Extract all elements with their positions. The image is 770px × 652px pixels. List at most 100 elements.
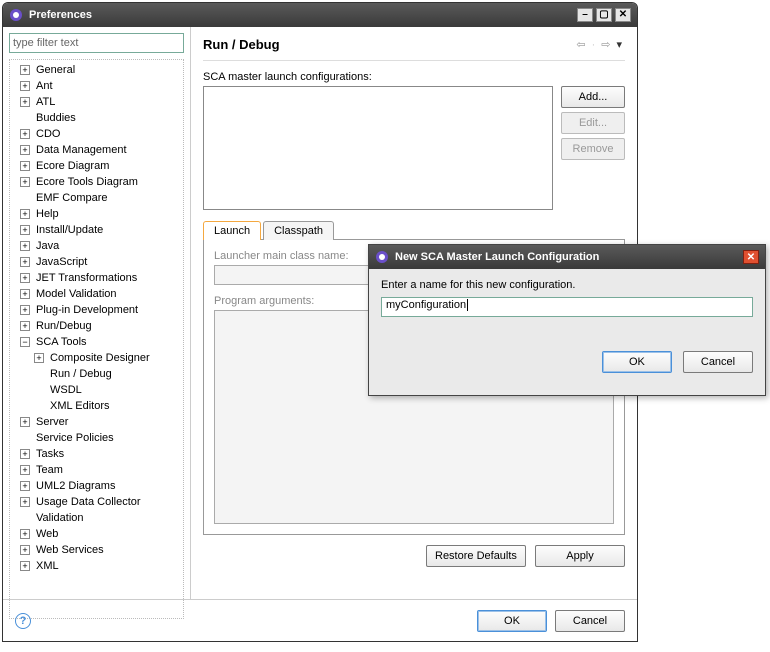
dialog-prompt: Enter a name for this new configuration. xyxy=(381,279,575,291)
expand-icon[interactable]: + xyxy=(20,161,30,171)
tree-item[interactable]: +CDO xyxy=(12,126,181,142)
expand-icon[interactable]: + xyxy=(20,209,30,219)
tree-item[interactable]: + Server xyxy=(12,414,181,430)
window-titlebar: Preferences – ▢ ✕ xyxy=(3,3,637,27)
expand-icon[interactable]: + xyxy=(20,417,30,427)
tree-item[interactable]: + General xyxy=(12,62,181,78)
expand-icon[interactable]: + xyxy=(20,225,30,235)
config-name-input[interactable]: myConfiguration xyxy=(381,297,753,317)
expand-icon[interactable]: + xyxy=(20,449,30,459)
tree-item-label: XML xyxy=(36,560,59,572)
tree-item[interactable]: + ATL xyxy=(12,94,181,110)
tree-item-label: Tasks xyxy=(36,448,64,460)
expand-icon[interactable]: + xyxy=(20,97,30,107)
tree-item[interactable]: + Usage Data Collector xyxy=(12,494,181,510)
tree-item[interactable]: + Java xyxy=(12,238,181,254)
tree-item-label: Run / Debug xyxy=(50,368,112,380)
ok-button[interactable]: OK xyxy=(477,610,547,632)
expand-icon[interactable]: + xyxy=(20,305,30,315)
tree-item[interactable]: Run / Debug xyxy=(26,366,181,382)
tree-item[interactable]: Service Policies xyxy=(12,430,181,446)
expand-icon[interactable]: + xyxy=(20,145,30,155)
tree-item[interactable]: +Model Validation xyxy=(12,286,181,302)
tab-launch[interactable]: Launch xyxy=(203,221,261,240)
tree-item-label: Usage Data Collector xyxy=(36,496,141,508)
tree-item[interactable]: + UML2 Diagrams xyxy=(12,478,181,494)
collapse-icon[interactable]: − xyxy=(20,337,30,347)
filter-input[interactable] xyxy=(9,33,184,53)
tree-item-label: General xyxy=(36,64,75,76)
tree-item-label: Service Policies xyxy=(36,432,114,444)
expand-icon[interactable]: + xyxy=(20,65,30,75)
back-icon[interactable]: ⇦ xyxy=(576,38,585,51)
expand-icon[interactable]: + xyxy=(20,561,30,571)
dialog-close-button[interactable]: ✕ xyxy=(743,250,759,264)
tree-item[interactable]: +Help xyxy=(12,206,181,222)
tree-item-label: UML2 Diagrams xyxy=(36,480,115,492)
tree-item[interactable]: + Plug-in Development xyxy=(12,302,181,318)
dialog-ok-button[interactable]: OK xyxy=(602,351,672,373)
tree-item[interactable]: Buddies xyxy=(12,110,181,126)
tree-item-label: XML Editors xyxy=(50,400,110,412)
tab-classpath[interactable]: Classpath xyxy=(263,221,334,240)
tree-item-label: EMF Compare xyxy=(36,192,108,204)
tree-item-label: Buddies xyxy=(36,112,76,124)
tree-item[interactable]: +Ant xyxy=(12,78,181,94)
tree-item[interactable]: WSDL xyxy=(26,382,181,398)
expand-icon[interactable]: + xyxy=(20,497,30,507)
configs-label: SCA master launch configurations: xyxy=(203,71,625,83)
tree-item-label: Java xyxy=(36,240,59,252)
tree-item-label: JavaScript xyxy=(36,256,87,268)
tree-item-label: Plug-in Development xyxy=(36,304,138,316)
dialog-cancel-button[interactable]: Cancel xyxy=(683,351,753,373)
tree-item[interactable]: +JET Transformations xyxy=(12,270,181,286)
menu-dropdown-icon[interactable]: ▾ xyxy=(616,38,622,51)
apply-button[interactable]: Apply xyxy=(535,545,625,567)
tree-item[interactable]: EMF Compare xyxy=(12,190,181,206)
expand-icon[interactable]: + xyxy=(34,353,44,363)
tree-item[interactable]: Validation xyxy=(12,510,181,526)
maximize-button[interactable]: ▢ xyxy=(596,8,612,22)
tree-item-label: Validation xyxy=(36,512,84,524)
tree-item[interactable]: +Team xyxy=(12,462,181,478)
configs-list[interactable] xyxy=(203,86,553,210)
minimize-button[interactable]: – xyxy=(577,8,593,22)
expand-icon[interactable]: + xyxy=(20,465,30,475)
tree-item[interactable]: +Composite Designer xyxy=(26,350,181,366)
restore-defaults-button[interactable]: Restore Defaults xyxy=(426,545,526,567)
expand-icon[interactable]: + xyxy=(20,545,30,555)
expand-icon[interactable]: + xyxy=(20,321,30,331)
forward-icon[interactable]: ⇨ xyxy=(601,38,610,51)
tree-item[interactable]: +Ecore Diagram xyxy=(12,158,181,174)
help-icon[interactable]: ? xyxy=(15,613,31,629)
expand-icon[interactable]: + xyxy=(20,129,30,139)
tree-item[interactable]: + Run/Debug xyxy=(12,318,181,334)
config-name-value: myConfiguration xyxy=(386,299,466,311)
tree-item[interactable]: + JavaScript xyxy=(12,254,181,270)
expand-icon[interactable]: + xyxy=(20,177,30,187)
tree-item[interactable]: +Data Management xyxy=(12,142,181,158)
cancel-button[interactable]: Cancel xyxy=(555,610,625,632)
tree-item[interactable]: +Web Services xyxy=(12,542,181,558)
tree-item[interactable]: +Install/Update xyxy=(12,222,181,238)
expand-icon[interactable]: + xyxy=(20,273,30,283)
tree-item-label: Run/Debug xyxy=(36,320,92,332)
tree-item[interactable]: XML Editors xyxy=(26,398,181,414)
expand-icon[interactable]: + xyxy=(20,241,30,251)
dialog-titlebar: New SCA Master Launch Configuration ✕ xyxy=(369,245,765,269)
close-button[interactable]: ✕ xyxy=(615,8,631,22)
tree-item-label: Server xyxy=(36,416,68,428)
expand-icon[interactable]: + xyxy=(20,529,30,539)
tree-item-label: ATL xyxy=(36,96,55,108)
tree-item[interactable]: −SCA Tools xyxy=(12,334,181,350)
expand-icon[interactable]: + xyxy=(20,81,30,91)
tree-item[interactable]: +Ecore Tools Diagram xyxy=(12,174,181,190)
tree-item[interactable]: + Tasks xyxy=(12,446,181,462)
expand-icon[interactable]: + xyxy=(20,289,30,299)
preferences-tree[interactable]: + General +Ant + ATL Buddies +CDO+Data Managem… xyxy=(9,59,184,619)
expand-icon[interactable]: + xyxy=(20,257,30,267)
tree-item[interactable]: +Web xyxy=(12,526,181,542)
tree-item[interactable]: + XML xyxy=(12,558,181,574)
add-button[interactable]: Add... xyxy=(561,86,625,108)
expand-icon[interactable]: + xyxy=(20,481,30,491)
